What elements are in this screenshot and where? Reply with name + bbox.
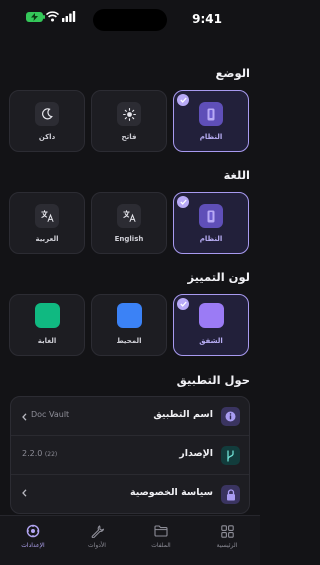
language-option-english[interactable]: English [91,192,167,254]
section-title-about: حول التطبيق [176,373,250,387]
grid-icon [197,524,257,538]
accent-option-label: الغابة [37,337,57,345]
privacy-policy-row[interactable]: سياسة الخصوصية [11,475,249,513]
mode-option-label: النظام [199,133,223,141]
signal-icon [62,11,76,22]
accent-option-forest[interactable]: الغابة [9,294,85,356]
chevron-left-icon [22,413,27,421]
tab-files[interactable]: الملفات [131,524,191,549]
lock-icon [221,485,240,504]
accent-option-ocean[interactable]: المحيط [91,294,167,356]
language-option-label: العربية [35,235,59,243]
folder-icon [131,524,191,538]
battery-icon [26,12,45,22]
tab-home[interactable]: الرئيسية [197,524,257,549]
language-option-label: English [114,235,144,243]
branch-icon [221,446,240,465]
mode-option-label: فاتح [121,133,137,141]
version-label: الإصدار [179,448,213,459]
section-title-mode: الوضع [215,66,250,80]
mode-option-light[interactable]: فاتح [91,90,167,152]
check-icon [177,298,189,310]
version-value: 2.2.0 (22) [22,449,57,458]
accent-swatch [198,303,224,328]
language-option-arabic[interactable]: العربية [9,192,85,254]
about-list: اسم التطبيق Doc Vault الإصدار 2.2.0 (22)… [10,396,250,514]
tab-label: الرئيسية [216,542,238,549]
tab-tools[interactable]: الأدوات [67,524,127,549]
status-time: 9:41 [192,12,222,26]
info-icon [221,407,240,426]
app-name-row: اسم التطبيق Doc Vault [11,397,249,436]
wifi-icon [46,11,59,22]
sun-icon [117,102,141,126]
mode-option-system[interactable]: النظام [173,90,249,152]
tab-bar: الإعدادات الأدوات الملفات الرئيسية [0,515,260,565]
chevron-left-icon [22,489,27,497]
check-icon [177,196,189,208]
phone-icon [199,102,223,126]
tab-label: الملفات [151,542,171,549]
wrench-icon [67,524,127,538]
check-icon [177,94,189,106]
accent-swatch [34,303,60,328]
translate-icon [35,204,59,228]
phone-icon [199,204,223,228]
dynamic-island [93,9,167,31]
translate-icon [117,204,141,228]
accent-option-aurora[interactable]: الشفق [173,294,249,356]
settings-icon [3,524,63,538]
privacy-policy-label: سياسة الخصوصية [129,487,213,498]
mode-option-dark[interactable]: داكن [9,90,85,152]
section-title-accent: لون التمييز [187,270,250,284]
tab-label: الأدوات [88,542,106,549]
section-title-language: اللغة [223,168,250,182]
version-number: 2.2.0 [22,449,43,458]
accent-option-label: المحيط [116,337,142,345]
accent-option-label: الشفق [199,337,223,345]
app-name-value: Doc Vault [31,410,70,419]
language-option-label: النظام [199,235,223,243]
build-number: (22) [44,451,58,458]
status-bar: 9:41 [0,0,260,38]
tab-label: الإعدادات [21,542,45,549]
moon-icon [35,102,59,126]
version-row: الإصدار 2.2.0 (22) [11,436,249,475]
mode-option-label: داكن [38,133,56,141]
tab-settings[interactable]: الإعدادات [3,524,63,549]
language-option-system[interactable]: النظام [173,192,249,254]
accent-swatch [116,303,142,328]
app-name-label: اسم التطبيق [153,409,213,420]
